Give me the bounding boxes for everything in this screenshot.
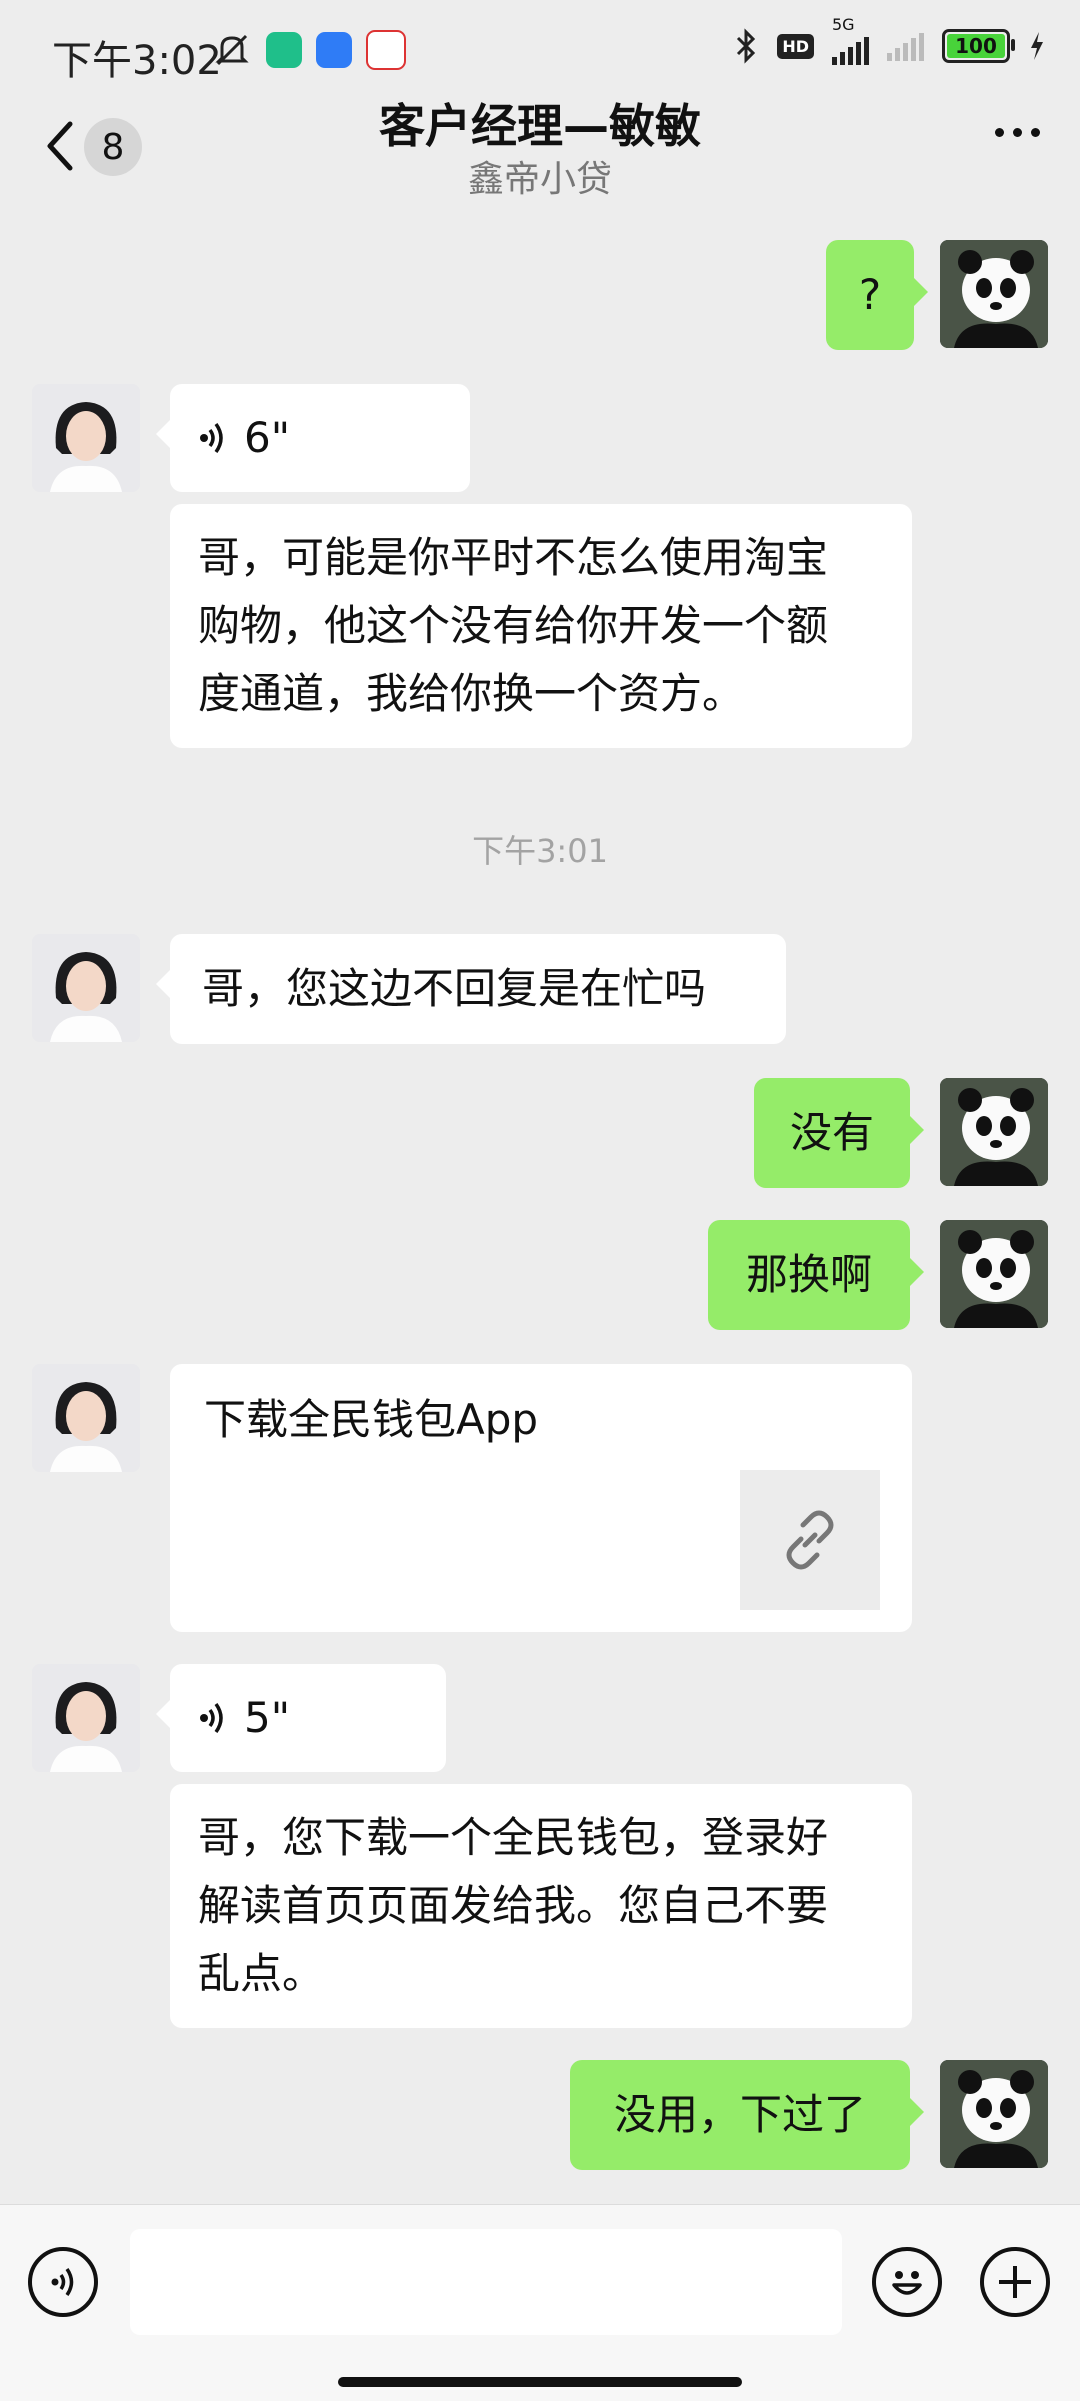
voice-message[interactable]: 6" bbox=[156, 384, 470, 492]
status-left-icons bbox=[212, 30, 406, 70]
battery-level: 100 bbox=[955, 34, 997, 58]
message-line: 乱点。 bbox=[198, 1949, 325, 1998]
voice-icon bbox=[200, 422, 223, 454]
voice-icon bbox=[200, 1702, 223, 1734]
my-avatar[interactable] bbox=[940, 2060, 1048, 2168]
my-avatar[interactable] bbox=[940, 240, 1048, 348]
plus-icon bbox=[999, 2266, 1031, 2298]
agent-avatar[interactable] bbox=[32, 1364, 140, 1472]
message-text: 没用，下过了 bbox=[613, 2090, 866, 2139]
app-mark-icon bbox=[366, 30, 406, 70]
link-card-thumbnail bbox=[740, 1470, 880, 1610]
message-bubble-sent[interactable]: 没用，下过了 bbox=[570, 2060, 924, 2170]
message-text: 哥，您这边不回复是在忙吗 bbox=[202, 964, 707, 1013]
panda-avatar-icon bbox=[940, 240, 1048, 348]
status-time: 下午3:02 bbox=[52, 38, 222, 84]
voice-input-button[interactable] bbox=[28, 2247, 98, 2317]
input-bar bbox=[0, 2204, 1080, 2401]
message-line: 解读首页页面发给我。您自己不要 bbox=[198, 1881, 829, 1930]
mute-icon bbox=[215, 34, 249, 66]
agent-avatar[interactable] bbox=[32, 384, 140, 492]
message-bubble-sent[interactable]: 那换啊 bbox=[708, 1220, 924, 1330]
panda-avatar-icon bbox=[940, 1078, 1048, 1186]
my-avatar[interactable] bbox=[940, 1078, 1048, 1186]
agent-avatar-photo bbox=[32, 384, 140, 492]
agent-avatar-photo bbox=[32, 934, 140, 1042]
signal-2-icon bbox=[887, 31, 924, 61]
panda-avatar-icon bbox=[940, 1220, 1048, 1328]
message-text: 没有 bbox=[789, 1108, 874, 1157]
signal-icon bbox=[832, 35, 869, 65]
home-indicator[interactable] bbox=[338, 2377, 742, 2387]
link-icon bbox=[786, 1510, 834, 1570]
more-button[interactable] bbox=[995, 128, 1040, 137]
more-icon bbox=[995, 128, 1004, 137]
status-bar: 下午3:02 HD 5G 100 bbox=[0, 0, 1080, 100]
agent-avatar[interactable] bbox=[32, 1664, 140, 1772]
agent-avatar-photo bbox=[32, 1364, 140, 1472]
panda-avatar-icon bbox=[940, 2060, 1048, 2168]
status-right-icons: HD 5G 100 bbox=[733, 15, 1046, 66]
emoji-icon bbox=[892, 2271, 922, 2295]
voice-icon bbox=[51, 2268, 74, 2296]
message-timestamp: 下午3:01 bbox=[472, 832, 608, 870]
message-input[interactable] bbox=[130, 2229, 842, 2335]
message-bubble-received[interactable]: 哥，您这边不回复是在忙吗 bbox=[156, 934, 786, 1044]
agent-avatar[interactable] bbox=[32, 934, 140, 1042]
chat-title: 客户经理—敏敏 bbox=[379, 99, 701, 153]
agent-avatar-photo bbox=[32, 1664, 140, 1772]
app-plane-icon bbox=[316, 32, 352, 68]
message-line: 哥，可能是你平时不怎么使用淘宝 bbox=[198, 533, 829, 582]
plus-button[interactable] bbox=[980, 2247, 1050, 2317]
message-line: 度通道，我给你换一个资方。 bbox=[198, 669, 745, 718]
app-shield-icon bbox=[266, 32, 302, 68]
message-text: 那换啊 bbox=[745, 1250, 872, 1299]
emoji-button[interactable] bbox=[872, 2247, 942, 2317]
hd-badge: HD bbox=[777, 33, 814, 59]
message-line: 购物，他这个没有给你开发一个额 bbox=[198, 601, 829, 650]
message-line: 哥，您下载一个全民钱包，登录好 bbox=[198, 1813, 829, 1862]
network-label: 5G bbox=[832, 15, 855, 34]
link-card[interactable]: 下载全民钱包App bbox=[170, 1364, 912, 1632]
charging-icon bbox=[1031, 32, 1043, 60]
message-bubble-sent[interactable]: ? bbox=[826, 240, 928, 350]
battery-icon: 100 bbox=[942, 29, 1015, 63]
my-avatar[interactable] bbox=[940, 1220, 1048, 1328]
voice-duration: 5" bbox=[244, 1693, 291, 1742]
chat-subtitle: 鑫帝小贷 bbox=[467, 159, 612, 200]
voice-duration: 6" bbox=[244, 413, 291, 462]
bluetooth-icon bbox=[737, 28, 756, 64]
message-bubble-received[interactable]: 哥，可能是你平时不怎么使用淘宝 购物，他这个没有给你开发一个额 度通道，我给你换… bbox=[170, 504, 912, 748]
message-bubble-received[interactable]: 哥，您下载一个全民钱包，登录好 解读首页页面发给我。您自己不要 乱点。 bbox=[170, 1784, 912, 2028]
message-text: ? bbox=[858, 270, 882, 319]
link-card-title: 下载全民钱包App bbox=[204, 1395, 539, 1444]
message-bubble-sent[interactable]: 没有 bbox=[754, 1078, 924, 1188]
voice-message[interactable]: 5" bbox=[156, 1664, 446, 1772]
